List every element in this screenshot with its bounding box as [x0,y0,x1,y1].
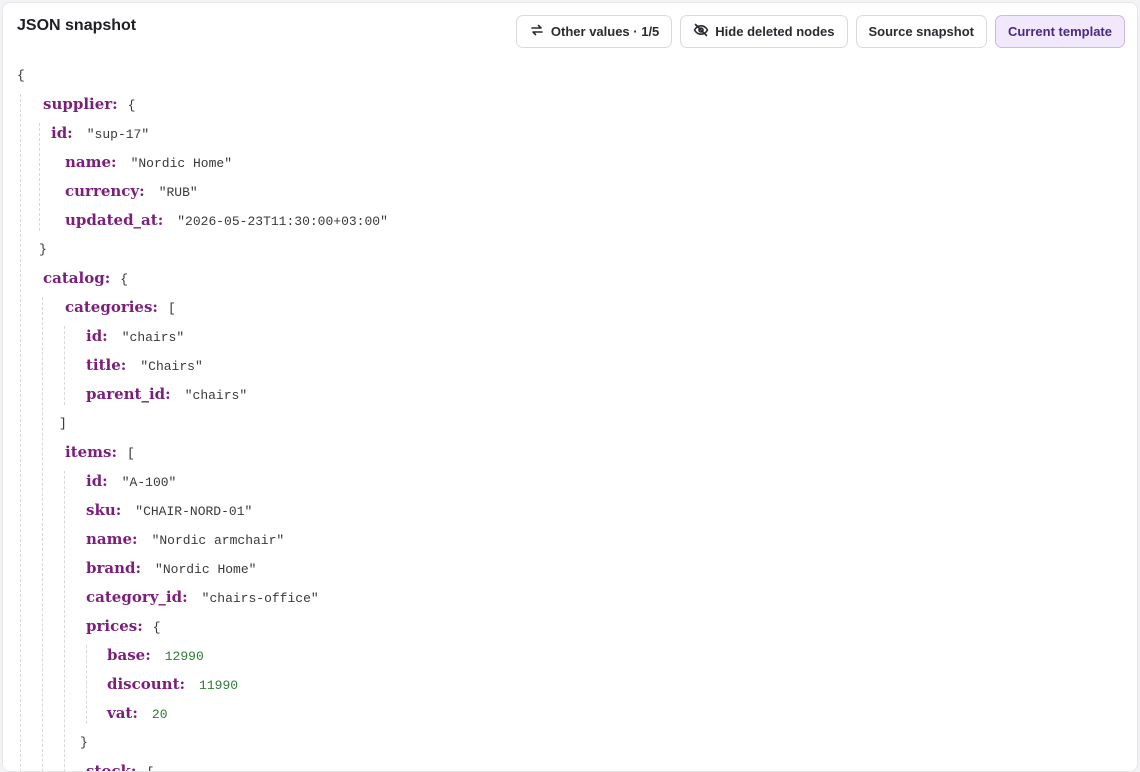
other-values-label: Other values · 1/5 [550,24,660,39]
json-key: catalog: [43,269,111,287]
json-string-value: "Chairs" [140,359,203,374]
toolbar: Other values · 1/5 Hide deleted nodes So… [515,15,1125,48]
json-string-value: "chairs-office" [201,591,319,606]
json-string-value: "chairs" [121,330,185,345]
json-key: category_id: [86,588,188,606]
json-key: vat: [107,704,138,722]
json-string-value: "chairs" [184,388,248,403]
json-row[interactable]: prices: { [86,612,161,641]
hide-deleted-nodes-label: Hide deleted nodes [715,24,835,39]
json-row[interactable]: items: [ [65,438,135,467]
json-number-value: 11990 [199,678,239,693]
json-string-value: "Nordic Home" [155,562,257,577]
json-string-value: "Nordic Home" [130,156,232,171]
json-row[interactable]: updated_at: "2026-05-23T11:30:00+03:00" [65,206,388,235]
indent-guide [64,471,65,771]
json-key: id: [51,124,73,142]
json-bracket: ] [59,416,67,431]
json-string-value: "sup-17" [86,127,150,142]
json-key: base: [107,646,151,664]
json-bracket: [ [127,446,135,461]
source-snapshot-label: Source snapshot [868,24,974,39]
json-row[interactable]: catalog: { [43,264,128,293]
current-template-label: Current template [1007,24,1112,39]
json-key: sku: [86,501,122,519]
json-key: discount: [107,675,186,693]
hide-deleted-nodes-button[interactable]: Hide deleted nodes [680,15,848,48]
json-row[interactable]: vat: 20 [107,699,168,728]
json-row[interactable]: supplier: { [43,90,136,119]
json-string-value: "CHAIR-NORD-01" [135,504,253,519]
json-number-value: 20 [151,707,168,722]
json-bracket: { [152,620,161,635]
json-bracket-row: } [39,235,47,264]
json-key: parent_id: [86,385,171,403]
indent-guide [20,94,21,771]
json-bracket: { [17,68,25,83]
json-bracket: [ [146,765,154,771]
json-key: prices: [86,617,143,635]
json-string-value: "A-100" [121,475,177,490]
other-values-button[interactable]: Other values · 1/5 [515,15,673,48]
json-row[interactable]: name: "Nordic armchair" [86,525,284,554]
json-bracket-row: ] [59,409,67,438]
json-row[interactable]: name: "Nordic Home" [65,148,232,177]
json-bracket: { [127,98,136,113]
json-bracket: { [120,272,129,287]
json-key: title: [86,356,127,374]
json-key: updated_at: [65,211,164,229]
json-row[interactable]: discount: 11990 [107,670,238,699]
json-row[interactable]: categories: [ [65,293,176,322]
json-number-value: 12990 [164,649,204,664]
json-row[interactable]: base: 12990 [107,641,204,670]
json-key: supplier: [43,95,118,113]
json-key: id: [86,327,108,345]
json-string-value: "Nordic armchair" [151,533,285,548]
json-row[interactable]: brand: "Nordic Home" [86,554,256,583]
page-title: JSON snapshot [17,17,137,34]
json-bracket: } [39,242,47,257]
json-string-value: "2026-05-23T11:30:00+03:00" [177,214,388,229]
json-bracket: } [80,735,88,750]
json-bracket-row: { [17,61,25,90]
indent-guide [39,123,40,231]
json-row[interactable]: parent_id: "chairs" [86,380,247,409]
current-template-button[interactable]: Current template [994,15,1125,48]
indent-guide [86,645,87,724]
json-row[interactable]: stock: [ [86,757,154,772]
json-row[interactable]: id: "chairs" [86,322,184,351]
json-key: items: [65,443,118,461]
eye-off-icon [693,22,709,41]
indent-guide [42,297,43,771]
json-row[interactable]: sku: "CHAIR-NORD-01" [86,496,252,525]
json-key: name: [65,153,117,171]
json-row[interactable]: currency: "RUB" [65,177,198,206]
json-key: brand: [86,559,142,577]
json-row[interactable]: id: "A-100" [86,467,176,496]
json-row[interactable]: category_id: "chairs-office" [86,583,319,612]
json-bracket-row: } [80,728,88,757]
json-bracket: [ [167,301,176,316]
refresh-icon [529,22,545,41]
json-key: stock: [86,762,137,772]
json-string-value: "RUB" [158,185,198,200]
json-key: id: [86,472,108,490]
json-row[interactable]: title: "Chairs" [86,351,203,380]
json-key: currency: [65,182,145,200]
indent-guide [64,326,65,405]
json-key: name: [86,530,138,548]
json-key: categories: [65,298,158,316]
json-snapshot-panel: JSON snapshot Other values · 1/5 Hide de… [2,2,1138,772]
json-row[interactable]: id: "sup-17" [51,119,149,148]
source-snapshot-button[interactable]: Source snapshot [855,15,987,48]
